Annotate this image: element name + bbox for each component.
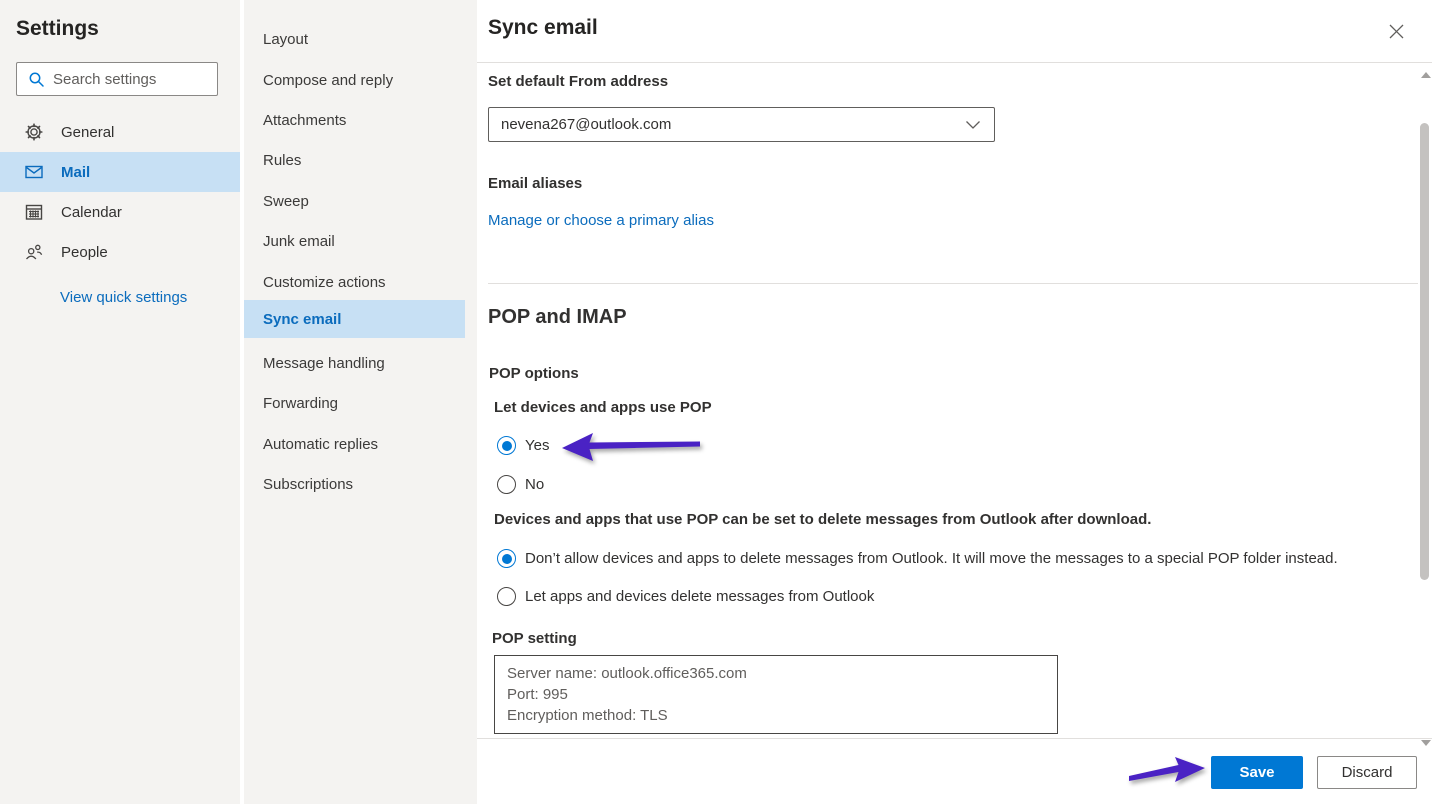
email-aliases-label: Email aliases: [488, 175, 582, 192]
radio-pop-no-label: No: [525, 476, 544, 493]
nav-item-forwarding[interactable]: Forwarding: [244, 383, 465, 423]
annotation-arrow-left-icon: [560, 429, 702, 463]
sidebar-item-mail[interactable]: Mail: [0, 152, 240, 192]
annotation-arrow-right-icon: [1127, 755, 1207, 791]
sidebar-item-label: Mail: [61, 164, 90, 181]
sidebar-item-label: Calendar: [61, 204, 122, 221]
discard-button[interactable]: Discard: [1317, 756, 1417, 789]
mail-settings-nav: Layout Compose and reply Attachments Rul…: [244, 0, 477, 804]
radio-dont-allow-delete-label: Don’t allow devices and apps to delete m…: [525, 550, 1385, 567]
close-button[interactable]: [1383, 18, 1409, 44]
sidebar-item-label: General: [61, 124, 114, 141]
settings-sidebar: Settings General: [0, 0, 240, 804]
radio-let-delete-label: Let apps and devices delete messages fro…: [525, 588, 874, 605]
nav-item-customize-actions[interactable]: Customize actions: [244, 262, 465, 302]
radio-let-delete[interactable]: [497, 587, 516, 606]
section-divider: [488, 283, 1418, 284]
calendar-icon: [25, 203, 43, 221]
pop-imap-heading: POP and IMAP: [488, 306, 627, 329]
panel-title: Sync email: [488, 16, 598, 40]
pop-encryption-line: Encryption method: TLS: [507, 705, 1045, 726]
nav-item-subscriptions[interactable]: Subscriptions: [244, 464, 465, 504]
gear-icon: [25, 123, 43, 141]
view-quick-settings-link[interactable]: View quick settings: [60, 289, 187, 306]
save-button[interactable]: Save: [1211, 756, 1303, 789]
sidebar-item-people[interactable]: People: [0, 232, 240, 272]
nav-item-automatic-replies[interactable]: Automatic replies: [244, 424, 465, 464]
header-divider: [477, 62, 1432, 63]
chevron-down-icon: [965, 120, 981, 130]
scrollbar-thumb[interactable]: [1420, 123, 1429, 580]
pop-delete-question: Devices and apps that use POP can be set…: [494, 511, 1394, 528]
nav-item-attachments[interactable]: Attachments: [244, 100, 465, 140]
pop-server-line: Server name: outlook.office365.com: [507, 663, 1045, 684]
nav-item-sweep[interactable]: Sweep: [244, 181, 465, 221]
radio-pop-yes-label: Yes: [525, 437, 549, 454]
nav-item-sync-email[interactable]: Sync email: [244, 300, 465, 338]
use-pop-label: Let devices and apps use POP: [494, 399, 712, 416]
nav-item-rules[interactable]: Rules: [244, 140, 465, 180]
search-settings-input[interactable]: [53, 71, 203, 88]
settings-window: Settings General: [0, 0, 1432, 804]
settings-heading: Settings: [16, 17, 99, 41]
nav-item-layout[interactable]: Layout: [244, 19, 465, 59]
pop-setting-label: POP setting: [492, 630, 577, 647]
from-address-dropdown[interactable]: nevena267@outlook.com: [488, 107, 995, 142]
search-icon: [28, 71, 45, 88]
from-address-label: Set default From address: [488, 73, 668, 90]
search-settings-box[interactable]: [16, 62, 218, 96]
sidebar-item-label: People: [61, 244, 108, 261]
nav-item-compose-and-reply[interactable]: Compose and reply: [244, 60, 465, 100]
nav-item-junk-email[interactable]: Junk email: [244, 221, 465, 261]
from-address-value: nevena267@outlook.com: [501, 116, 671, 133]
sync-email-panel: Sync email Set default From address neve…: [477, 0, 1432, 804]
panel-footer: Save Discard: [477, 738, 1432, 804]
scrollbar-down-arrow-icon[interactable]: [1421, 740, 1431, 746]
sidebar-item-calendar[interactable]: Calendar: [0, 192, 240, 232]
radio-pop-no[interactable]: [497, 475, 516, 494]
radio-pop-yes[interactable]: [497, 436, 516, 455]
pop-setting-box: Server name: outlook.office365.com Port:…: [494, 655, 1058, 734]
scrollbar-up-arrow-icon[interactable]: [1421, 72, 1431, 78]
nav-item-message-handling[interactable]: Message handling: [244, 343, 465, 383]
close-icon: [1389, 24, 1404, 39]
vertical-scrollbar: [1418, 66, 1432, 756]
manage-alias-link[interactable]: Manage or choose a primary alias: [488, 212, 714, 229]
pop-port-line: Port: 995: [507, 684, 1045, 705]
people-icon: [25, 243, 43, 261]
radio-dont-allow-delete[interactable]: [497, 549, 516, 568]
sidebar-item-general[interactable]: General: [0, 112, 240, 152]
pop-options-label: POP options: [489, 365, 579, 382]
mail-icon: [25, 163, 43, 181]
